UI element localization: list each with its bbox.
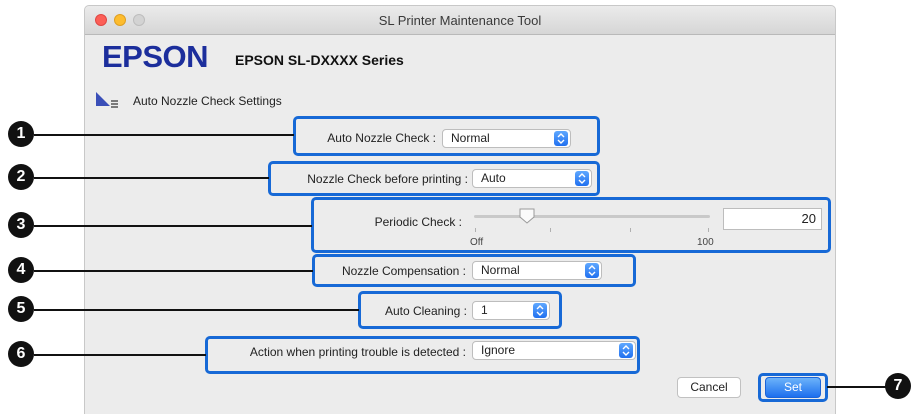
callout-line-2 (34, 177, 269, 179)
callout-line-3 (34, 225, 312, 227)
nozzle-check-icon (96, 92, 118, 108)
slider-tick (708, 228, 709, 232)
set-button[interactable]: Set (765, 377, 821, 398)
action-on-trouble-select[interactable]: Ignore (472, 341, 636, 360)
epson-logo: EPSON (102, 39, 209, 74)
slider-tick (630, 228, 631, 232)
slider-max-label: 100 (697, 237, 714, 248)
window-title: SL Printer Maintenance Tool (378, 13, 542, 28)
periodic-check-slider-track[interactable] (474, 215, 710, 218)
periodic-check-slider-thumb[interactable] (518, 207, 536, 225)
callout-line-6 (34, 354, 206, 356)
chevron-updown-icon (554, 131, 568, 146)
nozzle-compensation-label: Nozzle Compensation : (341, 264, 466, 278)
action-on-trouble-label: Action when printing trouble is detected… (249, 345, 466, 359)
callout-7: 7 (885, 373, 911, 399)
callout-3: 3 (8, 212, 34, 238)
chevron-updown-icon (585, 263, 599, 278)
callout-line-5 (34, 309, 359, 311)
chevron-updown-icon (619, 343, 633, 358)
slider-tick (475, 228, 476, 232)
auto-cleaning-select[interactable]: 1 (472, 301, 550, 320)
callout-5: 5 (8, 296, 34, 322)
slider-min-label: Off (470, 237, 484, 248)
cancel-button[interactable]: Cancel (677, 377, 741, 398)
callout-line-4 (34, 270, 313, 272)
callout-4: 4 (8, 257, 34, 283)
callout-line-1 (34, 134, 294, 136)
auto-cleaning-label: Auto Cleaning : (384, 304, 467, 318)
periodic-check-label: Periodic Check : (374, 215, 462, 229)
callout-2: 2 (8, 164, 34, 190)
title-bar: SL Printer Maintenance Tool (85, 6, 835, 35)
nozzle-check-before-printing-label: Nozzle Check before printing : (307, 172, 468, 186)
nozzle-check-before-printing-select[interactable]: Auto (472, 169, 592, 188)
chevron-updown-icon (575, 171, 589, 186)
chevron-updown-icon (533, 303, 547, 318)
periodic-check-value-field[interactable]: 20 (723, 208, 822, 230)
callout-6: 6 (8, 341, 34, 367)
callout-line-7 (827, 386, 887, 388)
auto-nozzle-check-label: Auto Nozzle Check : (327, 131, 436, 145)
section-title: Auto Nozzle Check Settings (133, 94, 282, 108)
printer-model: EPSON SL-DXXXX Series (235, 52, 404, 68)
auto-nozzle-check-select[interactable]: Normal (442, 129, 571, 148)
slider-tick (550, 228, 551, 232)
callout-1: 1 (8, 121, 34, 147)
nozzle-compensation-select[interactable]: Normal (472, 261, 602, 280)
